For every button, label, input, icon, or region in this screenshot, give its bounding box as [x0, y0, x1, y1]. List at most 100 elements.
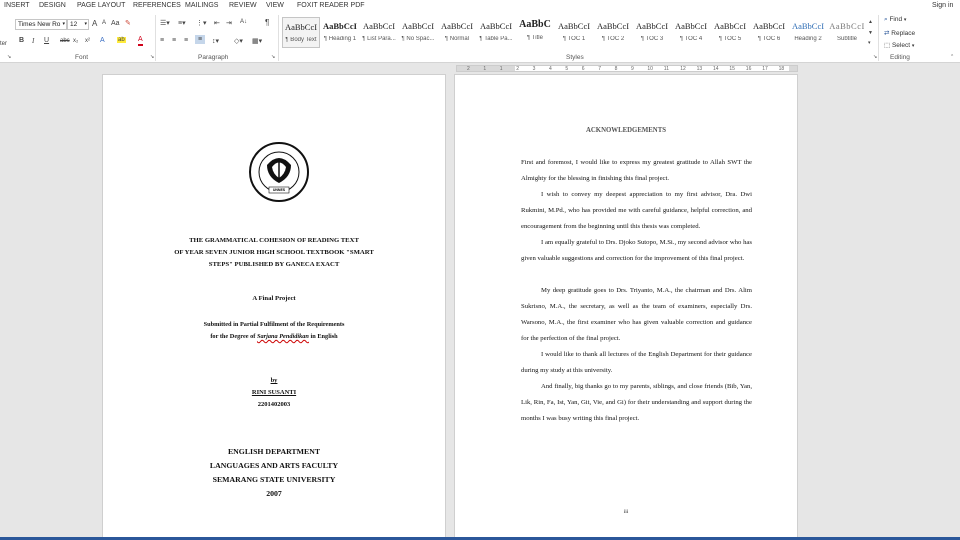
- style-tile[interactable]: AaBbCcI Subtitle: [828, 17, 866, 48]
- italic-button[interactable]: I: [32, 37, 34, 45]
- page-number: iii: [623, 509, 629, 515]
- find-button[interactable]: ⌕ Find ▾: [884, 16, 906, 24]
- shrink-font-icon[interactable]: A: [102, 20, 106, 26]
- style-tile[interactable]: AaBbCcI ¶ TOC 1: [555, 17, 593, 48]
- gallery-more-icon[interactable]: ▾: [868, 40, 871, 46]
- increase-indent-icon[interactable]: ⇥: [226, 19, 232, 27]
- department: ENGLISH DEPARTMENT: [227, 447, 321, 456]
- style-tile[interactable]: AaBbCcI ¶ TOC 5: [711, 17, 749, 48]
- tab-page-layout[interactable]: PAGE LAYOUT: [77, 2, 125, 9]
- styles-group-label: Styles: [566, 54, 584, 61]
- tab-view[interactable]: VIEW: [266, 2, 284, 9]
- borders-icon[interactable]: ▦▾: [252, 37, 262, 45]
- ruler-number: 6: [581, 66, 585, 72]
- style-tile[interactable]: AaBbCcI ¶ List Para...: [360, 17, 398, 48]
- thesis-title: THE GRAMMATICAL COHESION OF READING TEXT…: [103, 235, 445, 271]
- tab-foxit[interactable]: FOXIT READER PDF: [297, 2, 365, 9]
- line-spacing-icon[interactable]: ↕▾: [212, 37, 219, 45]
- paragraph: I would like to thank all lectures of th…: [521, 351, 752, 374]
- ruler-number: 10: [647, 66, 653, 72]
- style-tile[interactable]: AaBbCcI ¶ TOC 4: [672, 17, 710, 48]
- align-left-icon[interactable]: ≡: [160, 37, 164, 44]
- style-name: ¶ Title: [527, 35, 543, 41]
- style-tile[interactable]: AaBbC ¶ Title: [516, 17, 554, 48]
- select-button[interactable]: ⬚ Select ▾: [884, 41, 914, 49]
- search-icon: ⌕: [884, 16, 888, 23]
- sort-icon[interactable]: A↓: [240, 19, 247, 25]
- bold-button[interactable]: B: [19, 37, 24, 44]
- ruler-number: 18: [778, 66, 785, 72]
- clipboard-launcher-icon[interactable]: ↘: [7, 54, 11, 60]
- subscript-button[interactable]: x₂: [73, 38, 78, 44]
- text-effects-icon[interactable]: A: [100, 37, 105, 44]
- styles-launcher-icon[interactable]: ↘: [873, 54, 877, 60]
- style-tile[interactable]: AaBbCcI ¶ No Spac...: [399, 17, 437, 48]
- numbering-icon[interactable]: ≡▾: [178, 19, 186, 27]
- sign-in-link[interactable]: Sign in: [932, 2, 953, 9]
- style-name: ¶ TOC 1: [562, 36, 586, 42]
- font-color-button[interactable]: A: [138, 36, 143, 46]
- university-logo: UNNES: [248, 141, 310, 203]
- paragraph-launcher-icon[interactable]: ↘: [271, 54, 275, 60]
- multilevel-list-icon[interactable]: ⋮▾: [196, 19, 207, 27]
- submission-statement: Submitted in Partial Fulfilment of the R…: [103, 319, 445, 343]
- document-page-title[interactable]: UNNES THE GRAMMATICAL COHESION OF READIN…: [102, 74, 446, 540]
- gallery-down-icon[interactable]: ▼: [868, 30, 873, 36]
- tab-design[interactable]: DESIGN: [39, 2, 66, 9]
- style-tile[interactable]: AaBbCcI ¶ Heading 1: [321, 17, 359, 48]
- ruler-number: 17: [762, 66, 768, 72]
- justify-icon[interactable]: ≡: [195, 35, 206, 44]
- font-name-box[interactable]: Times New Ro ▾: [15, 19, 67, 30]
- bullets-icon[interactable]: ☰▾: [160, 19, 170, 27]
- decrease-indent-icon[interactable]: ⇤: [214, 19, 220, 27]
- horizontal-ruler[interactable]: 2 1 1 2 3 4 5 6 7 8 9 10 11 12 13 14 15 16 17 18: [0, 64, 960, 73]
- change-case-icon[interactable]: Aa: [111, 20, 120, 27]
- style-tile[interactable]: AaBbCcI ¶ TOC 6: [750, 17, 788, 48]
- show-marks-button[interactable]: ¶: [265, 18, 269, 27]
- tab-references[interactable]: REFERENCES: [133, 2, 181, 9]
- style-sample: AaBbCcI: [596, 21, 630, 31]
- paragraph-group-label: Paragraph: [198, 54, 229, 61]
- divider: [155, 15, 156, 61]
- replace-button[interactable]: ⇄ Replace: [884, 29, 915, 37]
- style-tile[interactable]: AaBbCcI ¶ Body Text: [282, 17, 320, 48]
- font-size-box[interactable]: 12 ▾: [67, 19, 89, 30]
- style-tile[interactable]: AaBbCcI ¶ Table Pa...: [477, 17, 515, 48]
- style-sample: AaBbCcI: [713, 21, 747, 31]
- tab-insert[interactable]: INSERT: [4, 2, 30, 9]
- chevron-down-icon: ▾: [903, 17, 907, 23]
- gallery-up-icon[interactable]: ▲: [868, 19, 873, 25]
- submitted-line: Submitted in Partial Fulfilment of the R…: [203, 321, 345, 328]
- tab-mailings[interactable]: MAILINGS: [185, 2, 218, 9]
- style-tile[interactable]: AaBbCcI ¶ TOC 3: [633, 17, 671, 48]
- font-launcher-icon[interactable]: ↘: [150, 54, 154, 60]
- style-name: ¶ Table Pa...: [479, 36, 513, 42]
- superscript-button[interactable]: x²: [85, 38, 90, 44]
- ruler-number: 2: [467, 66, 470, 72]
- style-tile[interactable]: AaBbCcI Heading 2: [789, 17, 827, 48]
- editing-group-label: Editing: [890, 54, 910, 61]
- grow-font-icon[interactable]: A: [92, 19, 97, 28]
- style-tile[interactable]: AaBbCcI ¶ Normal: [438, 17, 476, 48]
- font-group-label: Font: [75, 54, 89, 61]
- align-center-icon[interactable]: ≡: [172, 37, 176, 44]
- clear-format-icon[interactable]: ✎: [125, 19, 131, 27]
- highlight-button[interactable]: ab: [117, 37, 126, 43]
- style-sample: AaBbCcI: [635, 21, 669, 31]
- align-right-icon[interactable]: ≡: [184, 37, 188, 44]
- style-sample: AaBbCcI: [674, 21, 708, 31]
- ruler-number: 1: [483, 66, 487, 72]
- paragraph: My deep gratitude goes to Drs. Triyanto,…: [521, 287, 752, 342]
- style-tile[interactable]: AaBbCcI ¶ TOC 2: [594, 17, 632, 48]
- strikethrough-button[interactable]: abc: [60, 38, 70, 44]
- degree-name: Sarjana Pendidikan: [256, 333, 309, 340]
- ruler-number: 16: [745, 66, 752, 72]
- style-name: ¶ Normal: [444, 36, 470, 42]
- collapse-ribbon-icon[interactable]: ⌃: [950, 54, 954, 60]
- title-line: OF YEAR SEVEN JUNIOR HIGH SCHOOL TEXTBOO…: [174, 249, 374, 256]
- ruler-margin-right: [789, 66, 797, 71]
- document-page-acknowledgements[interactable]: ACKNOWLEDGEMENTS First and foremost, I w…: [454, 74, 798, 540]
- underline-button[interactable]: U: [44, 37, 49, 44]
- shading-icon[interactable]: ◇▾: [234, 37, 243, 45]
- tab-review[interactable]: REVIEW: [229, 2, 257, 9]
